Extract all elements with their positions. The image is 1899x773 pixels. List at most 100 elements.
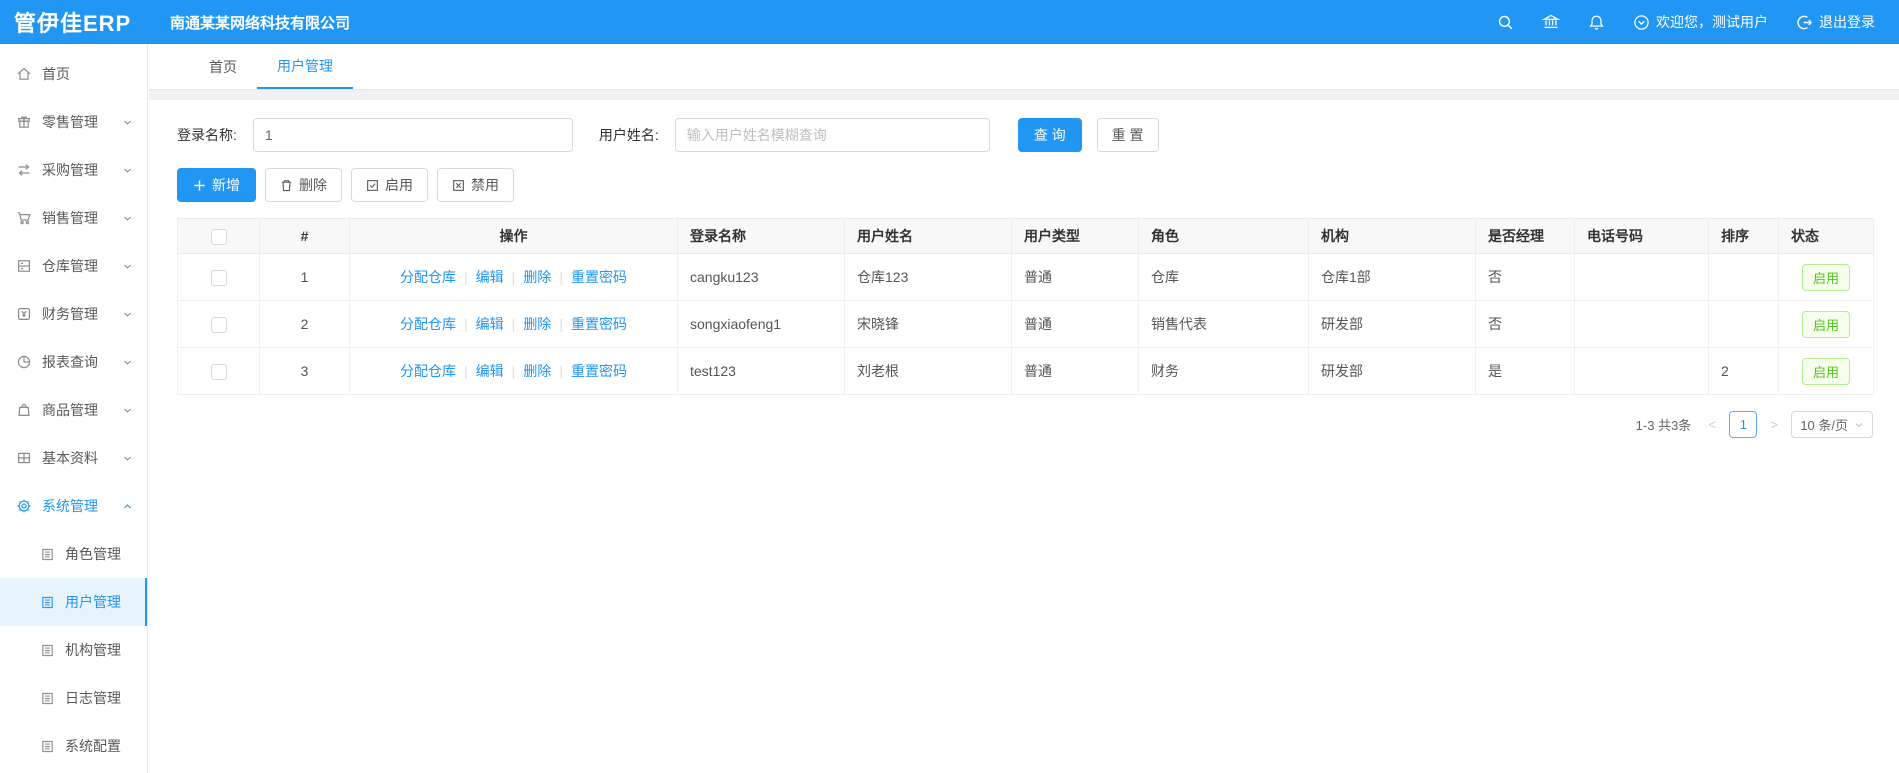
edit-link[interactable]: 编辑 (476, 361, 504, 381)
money-icon (16, 306, 32, 322)
sidebar-item-finance[interactable]: 财务管理 (0, 290, 147, 338)
page-size-value: 10 条/页 (1800, 418, 1848, 433)
page-number-button[interactable]: 1 (1729, 411, 1758, 438)
sidebar-item-org-management[interactable]: 机构管理 (0, 626, 147, 674)
row-checkbox[interactable] (210, 269, 227, 286)
sidebar-item-home[interactable]: 首页 (0, 50, 147, 98)
sidebar-item-warehouse[interactable]: 仓库管理 (0, 242, 147, 290)
sidebar-item-system-config[interactable]: 系统配置 (0, 722, 147, 770)
trash-icon (280, 179, 293, 192)
delete-link[interactable]: 删除 (523, 361, 551, 381)
cell-user-name: 宋晓锋 (844, 300, 1012, 348)
down-circle-icon (1634, 14, 1649, 30)
user-welcome[interactable]: 欢迎您，测试用户 (1633, 12, 1768, 32)
cell-user-type: 普通 (1011, 347, 1139, 395)
enable-button[interactable]: 启用 (351, 168, 428, 202)
edit-link[interactable]: 编辑 (476, 267, 504, 287)
next-page-button[interactable]: > (1767, 417, 1781, 432)
swap-icon (16, 162, 32, 178)
row-checkbox[interactable] (210, 363, 227, 380)
tab-home[interactable]: 首页 (189, 44, 257, 89)
row-index: 2 (259, 300, 350, 348)
row-checkbox[interactable] (210, 316, 227, 333)
chevron-down-icon (122, 261, 133, 272)
assign-warehouse-link[interactable]: 分配仓库 (400, 314, 456, 334)
sidebar-item-sales[interactable]: 销售管理 (0, 194, 147, 242)
tab-user-management[interactable]: 用户管理 (257, 44, 353, 89)
disable-button[interactable]: 禁用 (437, 168, 514, 202)
login-name-input[interactable] (252, 118, 573, 152)
sidebar-item-basic-data[interactable]: 基本资料 (0, 434, 147, 482)
user-name-input[interactable] (674, 118, 990, 152)
user-name-label: 用户姓名: (598, 127, 659, 143)
sidebar-item-label: 系统管理 (42, 498, 98, 514)
status-badge[interactable]: 启用 (1801, 357, 1850, 385)
col-is-manager: 是否经理 (1475, 218, 1575, 254)
cell-login-name: cangku123 (677, 253, 845, 301)
reset-password-link[interactable]: 重置密码 (571, 361, 627, 381)
select-all-checkbox[interactable] (210, 228, 227, 245)
gift-icon (16, 114, 32, 130)
document-icon (40, 739, 55, 754)
chevron-down-icon (122, 213, 133, 224)
sidebar-item-label: 销售管理 (42, 210, 98, 226)
sidebar-item-label: 仓库管理 (42, 258, 98, 274)
query-button[interactable]: 查 询 (1017, 118, 1082, 152)
company-name: 南通某某网络科技有限公司 (170, 14, 351, 32)
prev-page-button[interactable]: < (1705, 417, 1719, 432)
bag-icon (16, 402, 32, 418)
bell-icon[interactable] (1588, 14, 1605, 31)
status-badge[interactable]: 启用 (1801, 263, 1850, 291)
sidebar-item-label: 零售管理 (42, 114, 98, 130)
cell-sort (1708, 300, 1779, 348)
welcome-text: 欢迎您，测试用户 (1656, 14, 1768, 30)
reset-password-link[interactable]: 重置密码 (571, 314, 627, 334)
sidebar-item-user-management[interactable]: 用户管理 (0, 578, 147, 626)
cell-user-type: 普通 (1011, 253, 1139, 301)
grid-icon (16, 450, 32, 466)
cell-org: 研发部 (1308, 347, 1476, 395)
document-icon (40, 691, 55, 706)
sidebar-item-system[interactable]: 系统管理 (0, 482, 147, 530)
col-sort: 排序 (1708, 218, 1779, 254)
bank-icon[interactable] (1542, 13, 1560, 31)
sidebar-item-products[interactable]: 商品管理 (0, 386, 147, 434)
sidebar-item-label: 系统配置 (65, 738, 121, 754)
sidebar-item-label: 用户管理 (65, 594, 121, 610)
check-square-icon (366, 179, 379, 192)
sidebar-item-purchase[interactable]: 采购管理 (0, 146, 147, 194)
cell-is-manager: 否 (1475, 253, 1575, 301)
delete-button[interactable]: 删除 (265, 168, 342, 202)
cell-role: 财务 (1138, 347, 1309, 395)
col-org: 机构 (1308, 218, 1476, 254)
pagination: 1-3 共3条 < 1 > 10 条/页 (177, 411, 1873, 438)
sidebar-item-retail[interactable]: 零售管理 (0, 98, 147, 146)
reset-button[interactable]: 重 置 (1096, 118, 1159, 152)
delete-link[interactable]: 删除 (523, 314, 551, 334)
cell-is-manager: 是 (1475, 347, 1575, 395)
page-size-select[interactable]: 10 条/页 (1791, 411, 1873, 438)
logout-button[interactable]: 退出登录 (1796, 12, 1875, 32)
table-row: 3 分配仓库 | 编辑 | 删除 | 重置密码 test123 刘老根 普通 财务 研发部 … (177, 347, 1874, 395)
assign-warehouse-link[interactable]: 分配仓库 (400, 267, 456, 287)
sidebar-item-reports[interactable]: 报表查询 (0, 338, 147, 386)
col-role: 角色 (1138, 218, 1309, 254)
pie-chart-icon (16, 354, 32, 370)
chevron-up-icon (122, 501, 133, 512)
sidebar-item-label: 角色管理 (65, 546, 121, 562)
sidebar-item-label: 基本资料 (42, 450, 98, 466)
cell-role: 销售代表 (1138, 300, 1309, 348)
reset-password-link[interactable]: 重置密码 (571, 267, 627, 287)
chevron-down-icon (122, 405, 133, 416)
search-icon[interactable] (1497, 14, 1514, 31)
delete-link[interactable]: 删除 (523, 267, 551, 287)
sidebar-item-label: 商品管理 (42, 402, 98, 418)
col-index: # (259, 218, 350, 254)
status-badge[interactable]: 启用 (1801, 310, 1850, 338)
sidebar-item-log-management[interactable]: 日志管理 (0, 674, 147, 722)
sidebar-item-role-management[interactable]: 角色管理 (0, 530, 147, 578)
edit-link[interactable]: 编辑 (476, 314, 504, 334)
assign-warehouse-link[interactable]: 分配仓库 (400, 361, 456, 381)
cart-icon (16, 210, 32, 226)
add-button[interactable]: 新增 (177, 168, 256, 202)
